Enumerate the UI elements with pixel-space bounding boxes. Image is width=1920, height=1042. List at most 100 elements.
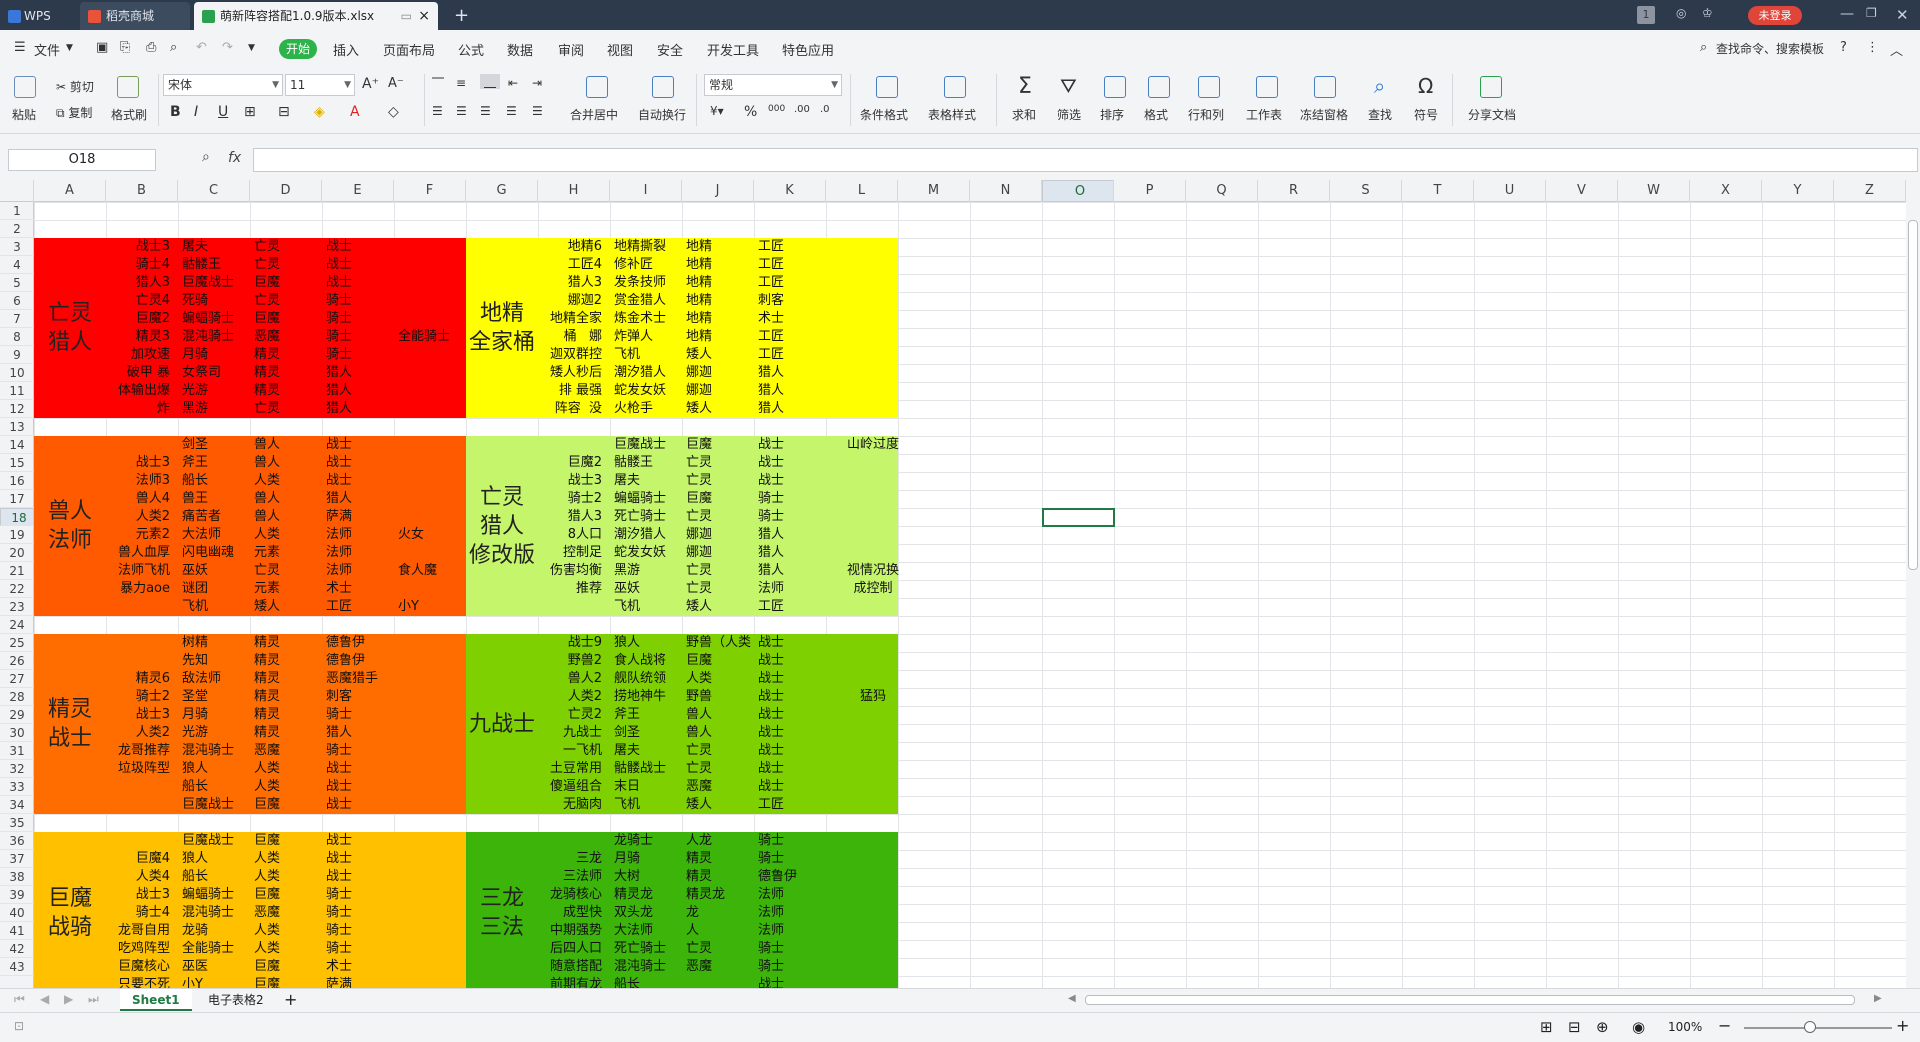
sheet-tab-2[interactable]: 电子表格2 — [196, 989, 276, 1011]
lineup-column-f[interactable]: 全能骑士 — [398, 328, 468, 418]
row-header-26[interactable]: 26 — [0, 652, 34, 670]
lineup-column-k[interactable]: 工匠 工匠 工匠 刺客 术士 工匠 工匠 猎人 猎人 猎人 — [758, 238, 828, 418]
row-header-6[interactable]: 6 — [0, 292, 34, 310]
font-color-icon[interactable]: A — [350, 104, 360, 120]
freeze-panes-button[interactable]: 冻结窗格 — [1300, 106, 1348, 123]
column-header-w[interactable]: W — [1618, 180, 1690, 202]
row-header-1[interactable]: 1 — [0, 202, 34, 220]
share-icon[interactable] — [1480, 76, 1502, 98]
lineup-column-k[interactable]: 战士 战士 战士 战士 战士 战士 战士 战士 战士 工匠 — [758, 634, 828, 814]
conditional-format-icon[interactable] — [876, 76, 898, 98]
row-header-17[interactable]: 17 — [0, 490, 34, 508]
lineup-column-b[interactable]: 精灵6 骑士2 战士3 人类2 龙哥推荐 垃圾阵型 — [106, 634, 178, 814]
lineup-column-i[interactable]: 狼人 食人战将 舰队统领 捞地神牛 斧王 剑圣 屠夫 骷髅战士 末日 飞机 — [614, 634, 684, 814]
column-header-t[interactable]: T — [1402, 180, 1474, 202]
vertical-scrollbar[interactable] — [1906, 180, 1920, 988]
quick-access-chevron-icon[interactable]: ▼ — [248, 43, 255, 53]
lineup-column-j[interactable]: 地精 地精 地精 地精 地精 地精 矮人 娜迦 娜迦 矮人 — [686, 238, 756, 418]
row-header-42[interactable]: 42 — [0, 940, 34, 958]
border-icon[interactable]: ⊞ — [244, 104, 256, 120]
cut-button[interactable]: ✂ 剪切 — [56, 78, 94, 95]
row-header-39[interactable]: 39 — [0, 886, 34, 904]
column-header-a[interactable]: A — [34, 180, 106, 202]
lineup-column-c[interactable]: 屠夫 骷髅王 巨魔战士 死骑 蝙蝠骑士 混沌骑士 月骑 女祭司 光游 黑游 — [182, 238, 252, 418]
decrease-font-icon[interactable]: A⁻ — [388, 76, 404, 91]
skin-icon[interactable]: ◎ — [1676, 6, 1686, 24]
row-header-16[interactable]: 16 — [0, 472, 34, 490]
lineup-title[interactable]: 亡灵 猎人 修改版 — [466, 483, 538, 570]
normal-view-icon[interactable]: ⊞ — [1540, 1018, 1553, 1036]
font-name-select[interactable]: 宋体 ▼ — [163, 74, 283, 96]
row-header-41[interactable]: 41 — [0, 922, 34, 940]
row-header-15[interactable]: 15 — [0, 454, 34, 472]
menu-developer[interactable]: 开发工具 — [707, 40, 759, 59]
lineup-column-h[interactable]: 地精6 工匠4 猎人3 娜迦2 地精全家 桶 娜 迦双群控 矮人秒后 排 最强 … — [538, 238, 610, 418]
lineup-column-i[interactable]: 巨魔战士 骷髅王 屠夫 蝙蝠骑士 死亡骑士 潮汐猎人 蛇发女妖 黑游 巫妖 飞机 — [614, 436, 684, 616]
row-col-button[interactable]: 行和列 — [1188, 106, 1224, 123]
row-header-7[interactable]: 7 — [0, 310, 34, 328]
row-header-36[interactable]: 36 — [0, 832, 34, 850]
page-badge[interactable]: 1 — [1637, 6, 1655, 24]
selected-cell[interactable] — [1042, 508, 1115, 527]
lineup-column-j[interactable]: 人龙 精灵 精灵 精灵龙 龙 人 亡灵 恶魔 — [686, 832, 756, 988]
sheet-nav-prev-icon[interactable]: ◀ — [40, 992, 49, 1006]
scroll-right-icon[interactable]: ▶ — [1874, 993, 1882, 1004]
row-header-12[interactable]: 12 — [0, 400, 34, 418]
paste-icon[interactable] — [14, 76, 36, 98]
row-header-18[interactable]: 18 — [0, 508, 34, 526]
row-header-20[interactable]: 20 — [0, 544, 34, 562]
save-icon[interactable]: ▣ — [96, 40, 108, 55]
lineup-title[interactable]: 亡灵 猎人 — [34, 299, 106, 357]
share-button[interactable]: 分享文档 — [1468, 106, 1516, 123]
row-col-icon[interactable] — [1198, 76, 1220, 98]
column-header-y[interactable]: Y — [1762, 180, 1834, 202]
menu-formula[interactable]: 公式 — [458, 40, 484, 59]
lineup-column-k[interactable]: 战士 战士 战士 骑士 骑士 猎人 猎人 猎人 法师 工匠 — [758, 436, 828, 616]
row-header-23[interactable]: 23 — [0, 598, 34, 616]
column-header-k[interactable]: K — [754, 180, 826, 202]
new-tab-button[interactable]: + — [446, 2, 476, 30]
sheet-nav-first-icon[interactable]: ⏮ — [14, 992, 25, 1007]
menu-page-layout[interactable]: 页面布局 — [383, 40, 435, 59]
column-header-g[interactable]: G — [466, 180, 538, 202]
zoom-slider-thumb[interactable] — [1804, 1021, 1816, 1033]
column-header-n[interactable]: N — [970, 180, 1042, 202]
lineup-title[interactable]: 九战士 — [466, 710, 538, 739]
zoom-slider[interactable] — [1744, 1027, 1892, 1029]
close-window-icon[interactable]: ✕ — [1896, 6, 1909, 24]
format-painter-icon[interactable] — [117, 76, 139, 98]
row-header-32[interactable]: 32 — [0, 760, 34, 778]
lineup-title[interactable]: 兽人 法师 — [34, 497, 106, 555]
column-header-z[interactable]: Z — [1834, 180, 1906, 202]
column-header-m[interactable]: M — [898, 180, 970, 202]
column-header-f[interactable]: F — [394, 180, 466, 202]
lineup-column-c[interactable]: 树精 先知 敌法师 圣堂 月骑 光游 混沌骑士 狼人 船长 巨魔战士 — [182, 634, 252, 814]
export-icon[interactable]: ⎘ — [120, 40, 130, 55]
add-sheet-icon[interactable]: + — [284, 990, 297, 1009]
wrap-icon[interactable] — [652, 76, 674, 98]
lineup-column-d[interactable]: 亡灵 亡灵 巨魔 亡灵 巨魔 恶魔 精灵 精灵 精灵 亡灵 — [254, 238, 324, 418]
align-bottom-icon[interactable]: ⎽ — [480, 74, 501, 89]
lineup-column-c[interactable]: 剑圣 斧王 船长 兽王 痛苦者 大法师 闪电幽魂 巫妖 谜团 飞机 — [182, 436, 252, 616]
menu-insert[interactable]: 插入 — [333, 40, 359, 59]
lineup-column-b[interactable]: 战士3 骑士4 猎人3 亡灵4 巨魔2 精灵3 加攻速 破甲 暴 体输出爆 炸 — [106, 238, 178, 418]
row-header-38[interactable]: 38 — [0, 868, 34, 886]
page-layout-view-icon[interactable]: ⊕ — [1596, 1018, 1609, 1036]
copy-button[interactable]: ⧉ 复制 — [56, 104, 92, 121]
lineup-title[interactable]: 巨魔 战骑 — [34, 884, 106, 942]
justify-icon[interactable]: ☰ — [506, 104, 517, 118]
row-header-24[interactable]: 24 — [0, 616, 34, 634]
align-center-icon[interactable]: ☰ — [456, 104, 467, 118]
search-icon[interactable]: ⌕ — [1700, 40, 1707, 55]
column-header-q[interactable]: Q — [1186, 180, 1258, 202]
merge-center-button[interactable]: 合并居中 — [570, 106, 618, 123]
paste-button[interactable]: 粘贴 — [12, 106, 36, 123]
indent-increase-icon[interactable]: ⇥ — [532, 76, 542, 90]
menu-data[interactable]: 数据 — [507, 40, 533, 59]
column-header-v[interactable]: V — [1546, 180, 1618, 202]
currency-icon[interactable]: ¥▾ — [710, 104, 724, 118]
lineup-column-d[interactable]: 兽人 兽人 人类 兽人 兽人 人类 元素 亡灵 元素 矮人 — [254, 436, 324, 616]
number-format-select[interactable]: 常规 ▼ — [704, 74, 842, 96]
column-header-l[interactable]: L — [826, 180, 898, 202]
note-l21[interactable]: 视情况换 成控制 — [832, 562, 914, 598]
